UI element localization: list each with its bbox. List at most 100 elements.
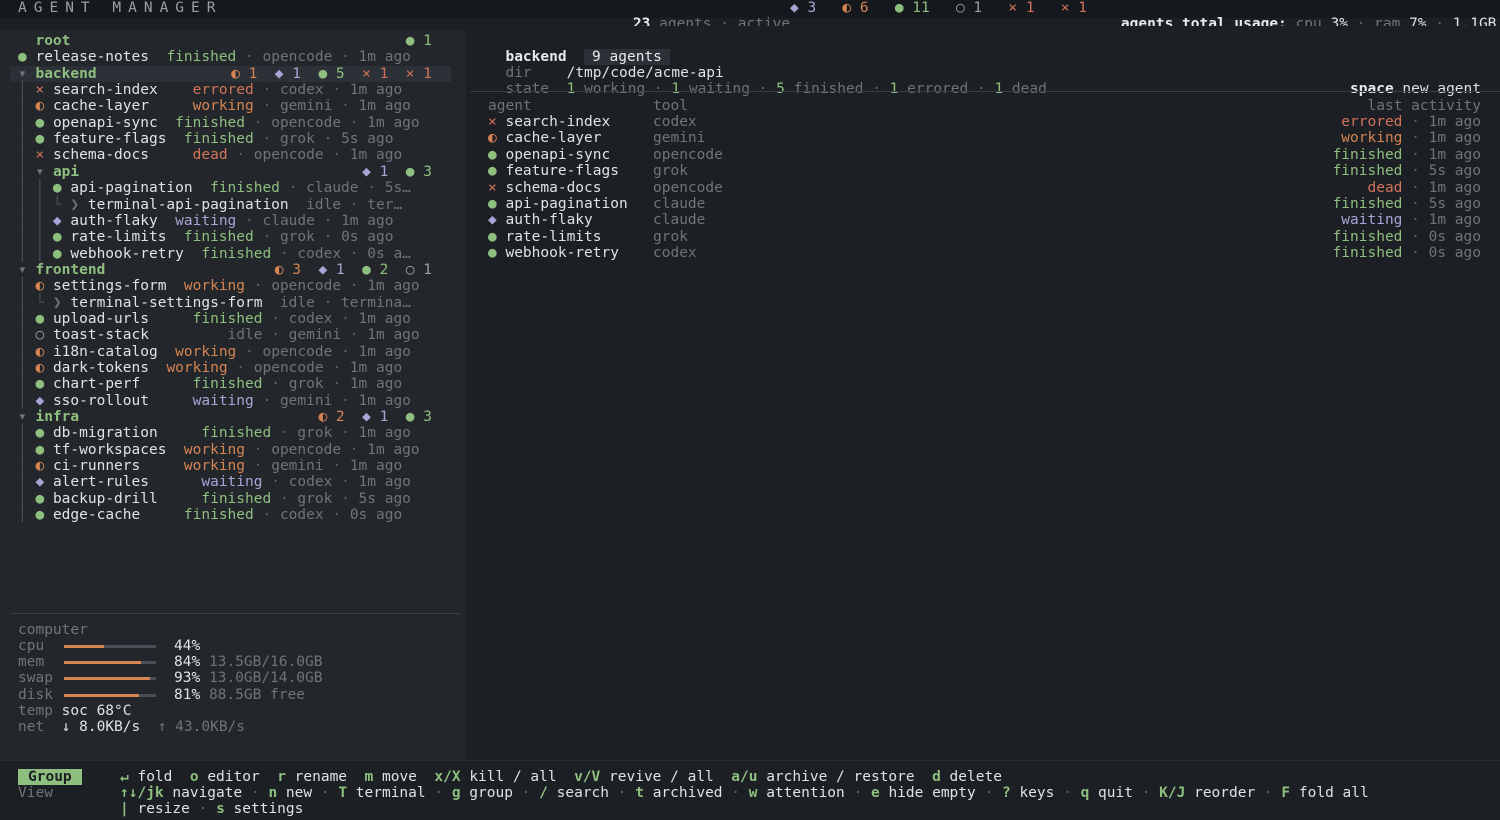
tree-agent-row[interactable]: │ ● upload-urls finished · codex · 1m ag… xyxy=(18,311,411,327)
tree-agent-row[interactable]: │ ● chart-perf finished · grok · 1m ago xyxy=(18,376,402,392)
keybind-item[interactable]: ? keys xyxy=(1002,785,1054,801)
keybind-item[interactable]: a/u archive / restore xyxy=(731,769,914,785)
tree-agent-row[interactable]: │ ○ toast-stack idle · gemini · 1m ago xyxy=(18,327,420,343)
computer-title: computer xyxy=(18,622,88,638)
tree-indent: │ xyxy=(18,376,36,393)
detail-row[interactable]: × search-index xyxy=(488,114,610,130)
keybind-item[interactable]: e hide empty xyxy=(871,785,976,801)
keybind-item[interactable]: d delete xyxy=(932,769,1002,785)
separator: · xyxy=(1402,245,1429,262)
tree-group-row[interactable]: ▾ backend ◐ 1 ◆ 1 ● 5 × 1 × 1 xyxy=(18,66,432,82)
view-label: View xyxy=(18,785,53,801)
new-agent-hint[interactable]: space new agent xyxy=(1333,65,1481,97)
keybind-item[interactable]: r rename xyxy=(277,769,347,785)
keybind-item[interactable]: F fold all xyxy=(1281,785,1368,801)
tree-agent-row[interactable]: │ ◐ ci-runners working · gemini · 1m ago xyxy=(18,458,402,474)
detail-time: 1m ago xyxy=(1428,114,1481,130)
tree-group-row[interactable]: root ● 1 xyxy=(18,33,432,49)
separator: · xyxy=(749,81,777,97)
keybind-key: ? xyxy=(1001,785,1011,801)
tree-agent-row[interactable]: │ ◐ cache-layer working · gemini · 1m ag… xyxy=(18,98,411,114)
detail-status: errored xyxy=(1341,114,1403,130)
detail-row[interactable]: ● webhook-retry xyxy=(488,245,619,261)
keybind-item[interactable]: w attention xyxy=(749,785,845,801)
status-dot-icon: ◐ xyxy=(35,360,53,376)
tree-agent-row[interactable]: │ ◐ i18n-catalog working · opencode · 1m… xyxy=(18,344,411,360)
keybind-action: keys xyxy=(1019,785,1055,801)
keybind-item[interactable]: g group xyxy=(452,785,513,801)
separator: · xyxy=(512,785,540,801)
agent-name: cache-layer xyxy=(52,98,149,115)
detail-row[interactable]: ● feature-flags xyxy=(488,163,619,179)
tree-agent-row[interactable]: │ ● edge-cache finished · codex · 0s ago xyxy=(18,507,402,523)
keybind-item[interactable]: s settings xyxy=(216,801,303,817)
tree-agent-row[interactable]: │ ● backup-drill finished · grok · 5s ag… xyxy=(18,491,411,507)
tree-agent-row[interactable]: │ ◐ settings-form working · opencode · 1… xyxy=(18,278,420,294)
keybind-line-2: ↑↓/jk navigate · n new · T terminal · g … xyxy=(120,785,1369,801)
group-counts: ◆ 1 ● 3 xyxy=(362,163,432,180)
tree-agent-row[interactable]: │ ◐ dark-tokens working · opencode · 1m … xyxy=(18,360,402,376)
detail-row[interactable]: ● openapi-sync xyxy=(488,147,610,163)
tree-agent-row[interactable]: │ ◆ sso-rollout waiting · gemini · 1m ag… xyxy=(18,393,411,409)
keybind-item[interactable]: ↵ fold xyxy=(120,769,172,785)
usage-summary: agents total usage: cpu 3% · ram 7% · 1.… xyxy=(1120,16,1497,32)
mem-stat-pct: 84% xyxy=(174,654,201,670)
keybind-item[interactable]: K/J reorder xyxy=(1159,785,1255,801)
tree-agent-row[interactable]: │ └ ❯ terminal-settings-form idle · term… xyxy=(18,295,411,311)
agent-name: search-index xyxy=(52,82,158,99)
keybind-item[interactable]: m move xyxy=(365,769,417,785)
tree-group-row[interactable]: ▾ infra ◐ 2 ◆ 1 ● 3 xyxy=(18,409,432,425)
status-dot-icon: ● xyxy=(52,229,71,246)
separator: · xyxy=(863,81,890,97)
separator: · xyxy=(323,229,333,246)
detail-row[interactable]: ◆ auth-flaky xyxy=(488,212,593,228)
detail-row[interactable]: ◐ cache-layer xyxy=(488,130,602,146)
tree-agent-row[interactable]: │ │ └ ❯ terminal-api-pagination idle · t… xyxy=(18,197,402,213)
tree-agent-row[interactable]: ● release-notes finished · opencode · 1m… xyxy=(18,49,411,65)
count-value: 3 xyxy=(807,0,817,16)
keybind-item[interactable]: t archived xyxy=(635,785,722,801)
tree-agent-row[interactable]: │ ● openapi-sync finished · opencode · 1… xyxy=(18,115,420,131)
detail-row[interactable]: ● rate-limits xyxy=(488,229,602,245)
tree-group-row[interactable]: │ ▾ api ◆ 1 ● 3 xyxy=(18,164,432,180)
agent-tool: grok xyxy=(288,376,324,393)
agent-time: 1m ago xyxy=(358,392,411,409)
tree-agent-row[interactable]: │ × search-index errored · codex · 1m ag… xyxy=(18,82,402,98)
panel-divider xyxy=(10,613,460,614)
keybind-key: n xyxy=(268,785,278,801)
status-dot-icon: ◐ xyxy=(35,343,53,360)
detail-activity: finished · 5s ago xyxy=(1333,163,1481,179)
tree-agent-row[interactable]: │ ● tf-workspaces working · opencode · 1… xyxy=(18,442,420,458)
keybind-action: fold xyxy=(137,769,173,785)
detail-row[interactable]: × schema-docs xyxy=(488,180,602,196)
pad xyxy=(140,458,184,474)
tree-agent-row[interactable]: │ × schema-docs dead · opencode · 1m ago xyxy=(18,147,402,163)
keybind-item[interactable]: v/V revive / all xyxy=(574,769,714,785)
keybind-line-1: ↵ fold o editor r rename m move x/X kill… xyxy=(120,769,1002,785)
count-glyph-icon: × xyxy=(1008,0,1018,16)
pad xyxy=(166,278,183,294)
keybind-action: delete xyxy=(949,769,1002,785)
tree-agent-row[interactable]: │ │ ● webhook-retry finished · codex · 0… xyxy=(18,246,411,262)
tree-agent-row[interactable]: │ ● db-migration finished · grok · 1m ag… xyxy=(18,425,411,441)
keybind-item[interactable]: / search xyxy=(539,785,609,801)
keybind-item[interactable]: x/X kill / all xyxy=(434,769,556,785)
tree-group-row[interactable]: ▾ frontend ◐ 3 ◆ 1 ● 2 ○ 1 xyxy=(18,262,432,278)
keybind-item[interactable]: o editor xyxy=(190,769,260,785)
keybind-item[interactable]: ↑↓/jk navigate xyxy=(120,785,242,801)
tree-agent-row[interactable]: │ │ ● rate-limits finished · grok · 0s a… xyxy=(18,229,393,245)
separator: · xyxy=(236,147,246,164)
detail-row[interactable]: ● api-pagination xyxy=(488,196,628,212)
keybind-item[interactable]: T terminal xyxy=(338,785,425,801)
agent-status: finished xyxy=(183,229,254,246)
detail-header: backend 9 agents xyxy=(488,33,670,65)
tree-agent-row[interactable]: │ │ ◆ auth-flaky waiting · claude · 1m a… xyxy=(18,213,393,229)
keybind-item[interactable]: n new xyxy=(268,785,312,801)
disk-stat-extra: 88.5GB free xyxy=(208,687,305,703)
tree-agent-row[interactable]: │ │ ● api-pagination finished · claude ·… xyxy=(18,180,411,196)
swap-bar xyxy=(64,677,156,680)
keybind-item[interactable]: | resize xyxy=(120,801,190,817)
tree-agent-row[interactable]: │ ◆ alert-rules waiting · codex · 1m ago xyxy=(18,474,411,490)
keybind-item[interactable]: q quit xyxy=(1081,785,1133,801)
tree-agent-row[interactable]: │ ● feature-flags finished · grok · 5s a… xyxy=(18,131,393,147)
